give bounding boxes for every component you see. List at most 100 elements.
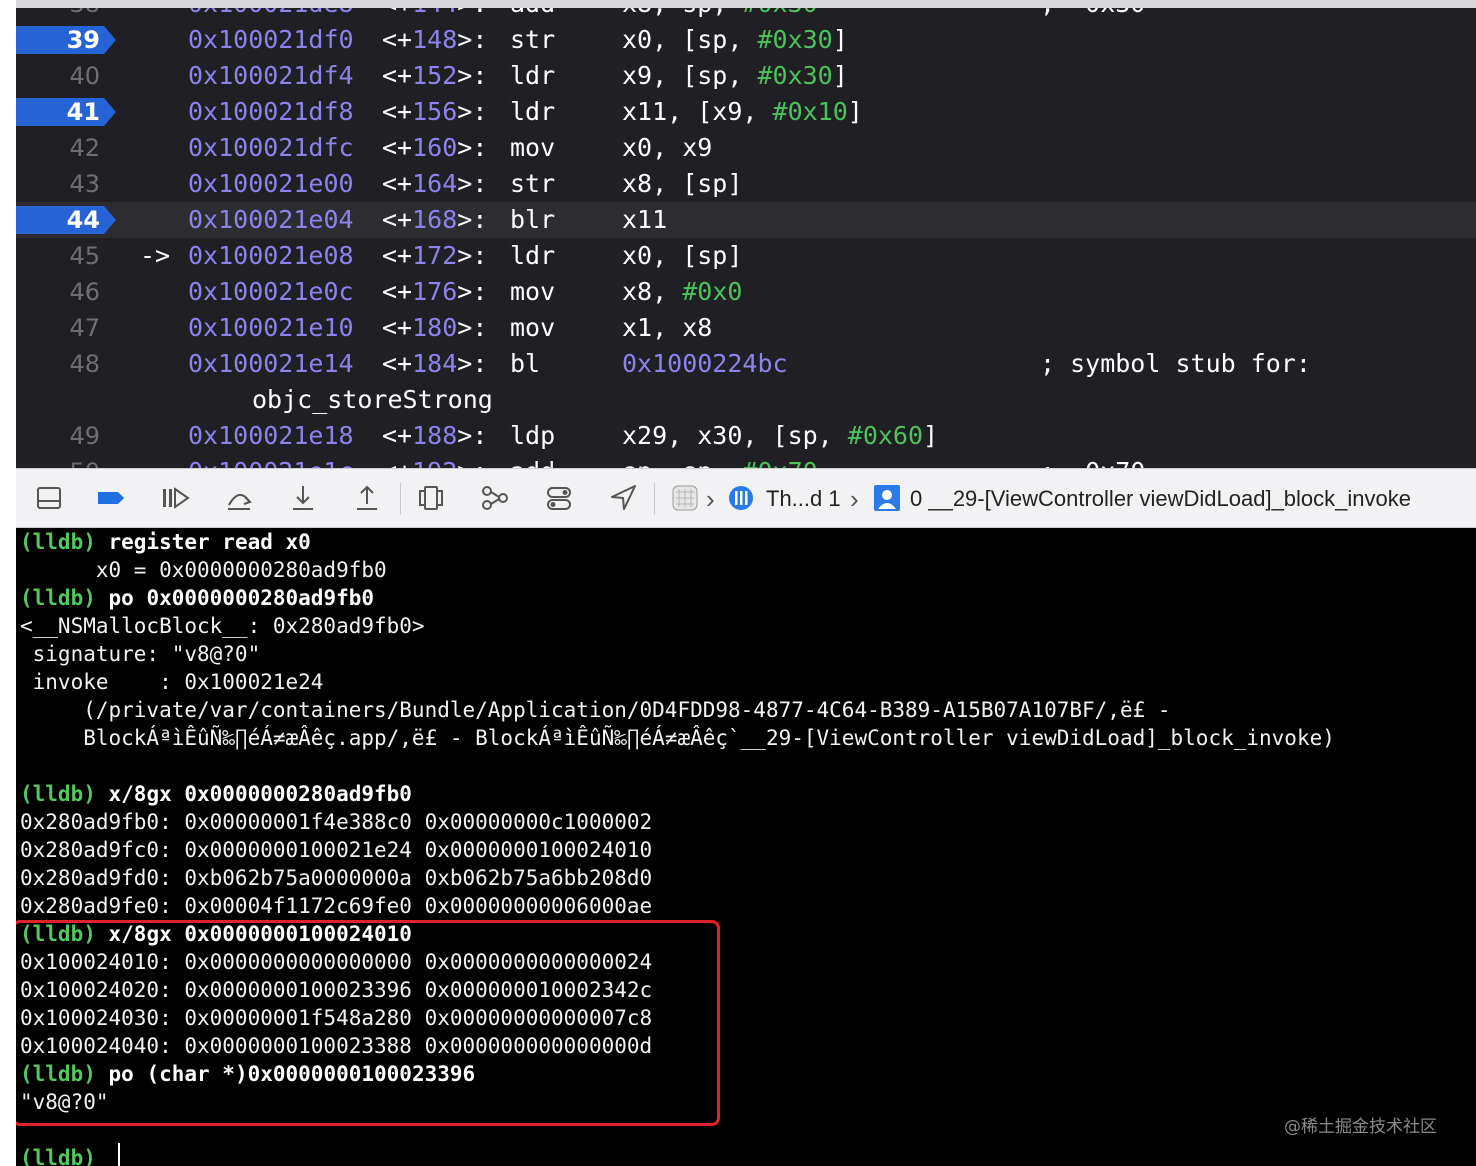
instruction-operands: x11, [x9, #0x10] [622,94,863,130]
immediate-value: #0x30 [757,25,833,54]
toolbar-separator [654,483,655,515]
instruction-operands: x9, [sp, #0x30] [622,58,848,94]
disassembly-line: 42 0x100021dfc <+160>: mov x0, x9 [16,130,1476,166]
operand-tail: ] [832,61,848,90]
immediate-value: #0x70 [742,457,817,468]
operand-text: x8, [sp] [622,169,743,198]
instruction-operands: x0, [sp] [622,238,742,274]
instruction-address: 0x100021e08 [188,241,354,270]
user-frame-icon[interactable] [872,483,902,513]
line-number: 43 [69,170,100,198]
app-icon[interactable] [670,483,700,513]
step-into-icon[interactable] [288,483,318,513]
disassembly-line: 40 0x100021df4 <+152>: ldr x9, [sp, #0x30] [16,58,1476,94]
lldb-prompt: (lldb) [20,530,96,554]
operand-text: x8, [622,277,683,306]
instruction-address: 0x100021e14 [188,349,354,378]
disassembly-line: 41 0x100021df8 <+156>: ldr x11, [x9, #0x10] [16,94,1476,130]
line-number [16,386,116,414]
line-number: 40 [69,62,100,90]
thread-icon[interactable] [726,483,756,513]
instruction-operands: sp, sp, #0x70 [622,454,818,468]
line-number: 46 [69,278,100,306]
symbol-continuation: objc_storeStrong [252,385,493,414]
output-text: 0x280ad9fb0: 0x00000001f4e388c0 0x000000… [20,810,653,834]
editor-top-edge [16,0,1476,8]
output-text: (/private/var/containers/Bundle/Applicat… [20,698,1171,722]
lldb-prompt: (lldb) [20,782,96,806]
step-out-icon[interactable] [352,483,382,513]
instruction-operands: x0, [sp, #0x30] [622,22,848,58]
breadcrumb-chevron-icon: › [706,484,715,514]
instruction-address: 0x100021e18 [188,421,354,450]
immediate-value: #0x0 [682,277,743,306]
instruction-address: 0x100021e1c [188,454,354,468]
operand-text: x11, [x9, [622,97,773,126]
breakpoint-marker[interactable]: 44 [16,206,116,234]
offset-value: 164 [412,169,458,198]
offset-value: 184 [412,349,458,378]
offset-value: 192 [412,457,457,468]
offset-value: 176 [412,277,458,306]
breakpoint-marker[interactable]: 41 [16,98,116,126]
disassembly-line: 48 0x100021e14 <+184>: bl 0x1000224bc ; symbo… [16,346,1476,382]
text-cursor [118,1143,120,1166]
instruction-offset: <+168>: [382,205,488,234]
lldb-console[interactable]: (lldb) register read x0 x0 = 0x000000028… [16,528,1476,1166]
breakpoint-marker[interactable]: 39 [16,26,116,54]
output-text: BlockÁªìÊûÑ‰∏éÁ≠æÂêç.app/,ë£ - BlockÁªìÊ… [20,726,1335,750]
console-output-line: <__NSMallocBlock__: 0x280ad9fb0> [20,612,1470,640]
disassembly-line: 45 -> 0x100021e08 <+172>: ldr x0, [sp] [16,238,1476,274]
view-hierarchy-icon[interactable] [416,483,446,513]
disassembly-line: 39 0x100021df0 <+148>: str x0, [sp, #0x30] [16,22,1476,58]
disassembly-editor[interactable]: 38 0x100021de8 <+144>: add x8, sp, #0x30; 0x… [16,0,1476,468]
environment-overrides-icon[interactable] [544,483,574,513]
console-output-line: 0x280ad9fe0: 0x00004f1172c69fe0 0x000000… [20,892,1470,920]
disassembly-line: 50 0x100021e1c <+192>: add sp, sp, #0x70 ; 0x… [16,454,1476,468]
instruction-mnemonic: mov [510,313,556,342]
lldb-command: register read x0 [108,530,311,554]
instruction-operands: x8, [sp] [622,166,742,202]
line-number: 49 [69,422,100,450]
disassembly-line: 44 0x100021e04 <+168>: blr x11 [16,202,1476,238]
thread-crumb[interactable]: Th...d 1 [766,483,841,515]
continue-icon[interactable] [160,483,190,513]
disassembly-line: 49 0x100021e18 <+188>: ldp x29, x30, [sp, #0… [16,418,1476,454]
instruction-address: 0x100021dfc [188,133,354,162]
offset-value: 160 [412,133,458,162]
console-output-line: 0x280ad9fc0: 0x0000000100021e24 0x000000… [20,836,1470,864]
instruction-mnemonic: ldr [510,241,556,270]
output-text: invoke : 0x100021e24 [20,670,324,694]
instruction-mnemonic: ldr [510,97,556,126]
simulate-location-icon[interactable] [608,483,638,513]
instruction-offset: <+180>: [382,313,488,342]
breadcrumb-chevron-icon: › [850,484,859,514]
breakpoints-icon[interactable] [96,483,126,513]
offset-value: 188 [412,421,458,450]
instruction-operands: x11 [622,202,667,238]
operand-tail: ] [832,25,848,54]
operand-text: x29, x30, [sp, [622,421,848,450]
instruction-offset: <+172>: [382,241,488,270]
lldb-prompt: (lldb) [20,1146,96,1166]
instruction-mnemonic: bl [510,349,541,378]
output-text: 0x280ad9fc0: 0x0000000100021e24 0x000000… [20,838,653,862]
operand-tail: ] [923,421,939,450]
step-over-icon[interactable] [224,483,254,513]
watermark: @稀土掘金技术社区 [1284,1117,1437,1137]
instruction-mnemonic: mov [510,277,556,306]
console-output-line: signature: "v8@?0" [20,640,1470,668]
output-text: x0 = 0x0000000280ad9fb0 [20,558,387,582]
console-output-line: 0x280ad9fb0: 0x00000001f4e388c0 0x000000… [20,808,1470,836]
instruction-mnemonic: blr [510,205,556,234]
instruction-address: 0x100021e00 [188,169,354,198]
stack-frame-crumb[interactable]: 0 __29-[ViewController viewDidLoad]_bloc… [910,483,1411,515]
console-output-line: invoke : 0x100021e24 [20,668,1470,696]
operand-text: x11 [622,205,668,234]
instruction-operands: 0x1000224bc [622,346,788,382]
instruction-address: 0x100021df4 [188,61,354,90]
memory-graph-icon[interactable] [480,483,510,513]
instruction-offset: <+156>: [382,97,488,126]
instruction-address: 0x100021df8 [188,97,354,126]
toggle-console-icon[interactable] [34,483,64,513]
